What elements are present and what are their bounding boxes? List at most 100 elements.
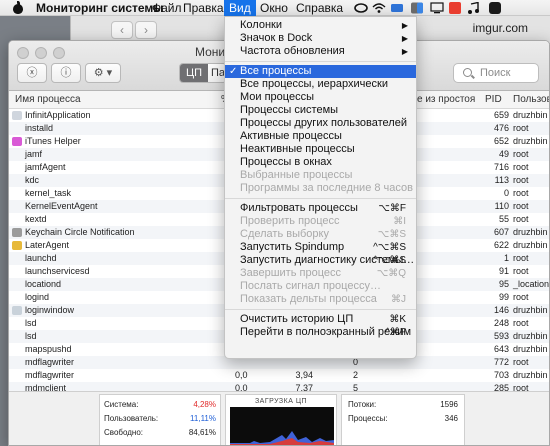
music-icon[interactable] [466, 1, 480, 14]
view-menu-item[interactable]: Частота обновления ▶ [225, 45, 416, 58]
process-name: jamf [25, 149, 43, 159]
idle-wakeups-cell: 2 [353, 370, 359, 380]
view-menu-item[interactable]: Процессы системы [225, 104, 416, 117]
back-button[interactable]: ‹ [111, 21, 133, 39]
menu-separator [225, 309, 416, 310]
idle-stat: Свободно: 84,61% [104, 428, 216, 437]
wifi-icon[interactable] [372, 2, 386, 14]
view-menu-item[interactable]: Процессы других пользователей [225, 117, 416, 130]
forward-button[interactable]: › [135, 21, 157, 39]
menu-item-label: Все процессы [240, 65, 312, 77]
view-menu-item[interactable]: Фильтровать процессы ⌥⌘F [225, 202, 416, 215]
minimize-window-icon[interactable] [35, 47, 47, 59]
submenu-arrow-icon: ▶ [401, 34, 408, 43]
adobe-icon[interactable] [448, 2, 462, 14]
view-menu-item[interactable]: Перейти в полноэкранный режим ^⌘F [225, 326, 416, 339]
menu-item-label: Процессы в окнах [240, 156, 332, 168]
menu-item-label: Запустить Spindump [240, 241, 345, 253]
menu-item-label: Послать сигнал процессу… [240, 280, 381, 292]
view-menu-item[interactable]: Запустить Spindump ^⌥⌘S [225, 241, 416, 254]
column-pid[interactable]: PID [485, 94, 502, 105]
column-idle-wakeups[interactable]: е из простоя [417, 94, 475, 105]
screen-sharing-icon[interactable] [390, 2, 404, 14]
process-name: loginwindow [25, 305, 75, 315]
app-icon [12, 241, 22, 250]
info-icon: ⓘ [60, 67, 72, 79]
action-menu-button[interactable]: ⚙ ▾ [85, 63, 121, 83]
view-menu-item[interactable]: Значок в Dock ▶ [225, 32, 416, 45]
address-text[interactable]: imgur.com [473, 21, 550, 35]
view-menu-item[interactable]: Колонки ▶ [225, 19, 416, 32]
system-value: 4,28% [193, 400, 216, 409]
menu-item-label: Выбранные процессы [240, 169, 353, 181]
menu-help[interactable]: Справка [296, 0, 343, 16]
column-process-name[interactable]: Имя процесса [15, 94, 81, 105]
threads-value: 1596 [440, 400, 458, 409]
menu-edit[interactable]: Правка [183, 0, 224, 16]
gear-icon: ⚙ ▾ [93, 67, 113, 79]
finder-icon[interactable] [410, 2, 424, 14]
table-row[interactable]: mdmclient 0,0 7,37 5 285 root [9, 382, 549, 391]
menu-bar: Мониторинг системы Файл Правка Вид Окно … [0, 0, 550, 16]
pid-cell: 110 [494, 201, 509, 211]
zoom-window-icon[interactable] [53, 47, 65, 59]
close-window-icon[interactable] [17, 47, 29, 59]
quit-process-button[interactable]: ⓧ [17, 63, 47, 83]
user-cell: druzhbin [513, 240, 548, 250]
pid-cell: 772 [493, 357, 509, 367]
menu-app-name[interactable]: Мониторинг системы [36, 0, 164, 16]
app-icon[interactable] [488, 2, 502, 14]
view-menu-item[interactable]: Мои процессы [225, 91, 416, 104]
user-cell: root [513, 318, 529, 328]
menu-item-label: Проверить процесс [240, 215, 340, 227]
view-menu-item[interactable]: Активные процессы [225, 130, 416, 143]
table-row[interactable]: mdflagwriter 0,0 3,94 2 703 druzhbin [9, 369, 549, 382]
tab-cpu[interactable]: ЦП [180, 64, 208, 82]
inspect-process-button[interactable]: ⓘ [51, 63, 81, 83]
pid-cell: 49 [498, 149, 509, 159]
view-menu-item[interactable]: Неактивные процессы [225, 143, 416, 156]
user-cell: root [513, 201, 529, 211]
menu-file[interactable]: Файл [152, 0, 182, 16]
app-icon [12, 111, 22, 120]
cpu-percent-cell: 0,0 [235, 370, 248, 380]
process-name: lsd [25, 331, 37, 341]
user-cell: root [513, 292, 529, 302]
pid-cell: 593 [493, 331, 509, 341]
user-cell: _location [513, 279, 549, 289]
idle-wakeups-cell: 5 [353, 383, 359, 391]
user-cell: root [513, 266, 529, 276]
user-cell: root [513, 149, 529, 159]
threads-stat: Потоки: 1596 [348, 400, 458, 409]
process-name: logind [25, 292, 50, 302]
view-menu-item[interactable]: Все процессы, иерархически [225, 78, 416, 91]
view-menu-item[interactable]: Запустить диагностику системы… ^⌥⌘S [225, 254, 416, 267]
menu-item-label: Активные процессы [240, 130, 342, 142]
menu-item-shortcut: ⌘J [391, 294, 406, 305]
tab-segment: ЦП Па [179, 63, 227, 83]
process-name: launchservicesd [25, 266, 90, 276]
pid-cell: 607 [493, 227, 509, 237]
process-name: installd [25, 123, 54, 133]
menu-view[interactable]: Вид [224, 0, 256, 16]
column-user[interactable]: Пользователь [513, 94, 549, 105]
apple-menu-icon[interactable] [12, 0, 24, 16]
process-name: locationd [25, 279, 62, 289]
user-cell: root [513, 123, 529, 133]
menu-item-label: Неактивные процессы [240, 143, 355, 155]
menu-item-shortcut: ⌥⌘F [378, 203, 406, 214]
menu-window[interactable]: Окно [260, 0, 288, 16]
view-menu-item[interactable]: Очистить историю ЦП ⌘K [225, 313, 416, 326]
display-icon[interactable] [430, 2, 444, 14]
view-menu-item[interactable]: ✓ Все процессы [225, 65, 416, 78]
view-menu-item[interactable]: Процессы в окнах [225, 156, 416, 169]
view-menu-item: Проверить процесс ⌘I [225, 215, 416, 228]
pid-cell: 703 [493, 370, 509, 380]
process-name: kdc [25, 175, 40, 185]
search-field[interactable]: Поиск [453, 63, 539, 83]
menu-item-label: Очистить историю ЦП [240, 313, 354, 325]
pid-cell: 716 [493, 162, 509, 172]
menu-item-label: Частота обновления [240, 45, 345, 57]
user-cell: root [513, 383, 529, 391]
creative-cloud-icon[interactable] [354, 2, 368, 14]
